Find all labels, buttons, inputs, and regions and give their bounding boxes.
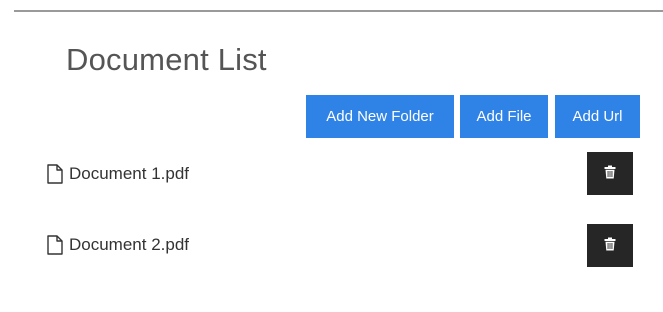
trash-icon <box>604 165 616 182</box>
add-new-folder-button[interactable]: Add New Folder <box>306 95 454 138</box>
document-name: Document 1.pdf <box>69 164 190 183</box>
delete-document-button[interactable] <box>587 152 633 195</box>
delete-document-button[interactable] <box>587 224 633 267</box>
page-title: Document List <box>66 42 267 77</box>
trash-icon <box>604 237 616 254</box>
add-url-button[interactable]: Add Url <box>555 95 640 138</box>
add-file-button[interactable]: Add File <box>460 95 548 138</box>
document-list-item[interactable]: Document 2.pdf <box>46 233 189 257</box>
file-icon <box>46 235 64 255</box>
document-name: Document 2.pdf <box>69 235 190 254</box>
file-icon <box>46 164 64 184</box>
document-list-item[interactable]: Document 1.pdf <box>46 162 189 186</box>
top-divider <box>14 10 663 12</box>
